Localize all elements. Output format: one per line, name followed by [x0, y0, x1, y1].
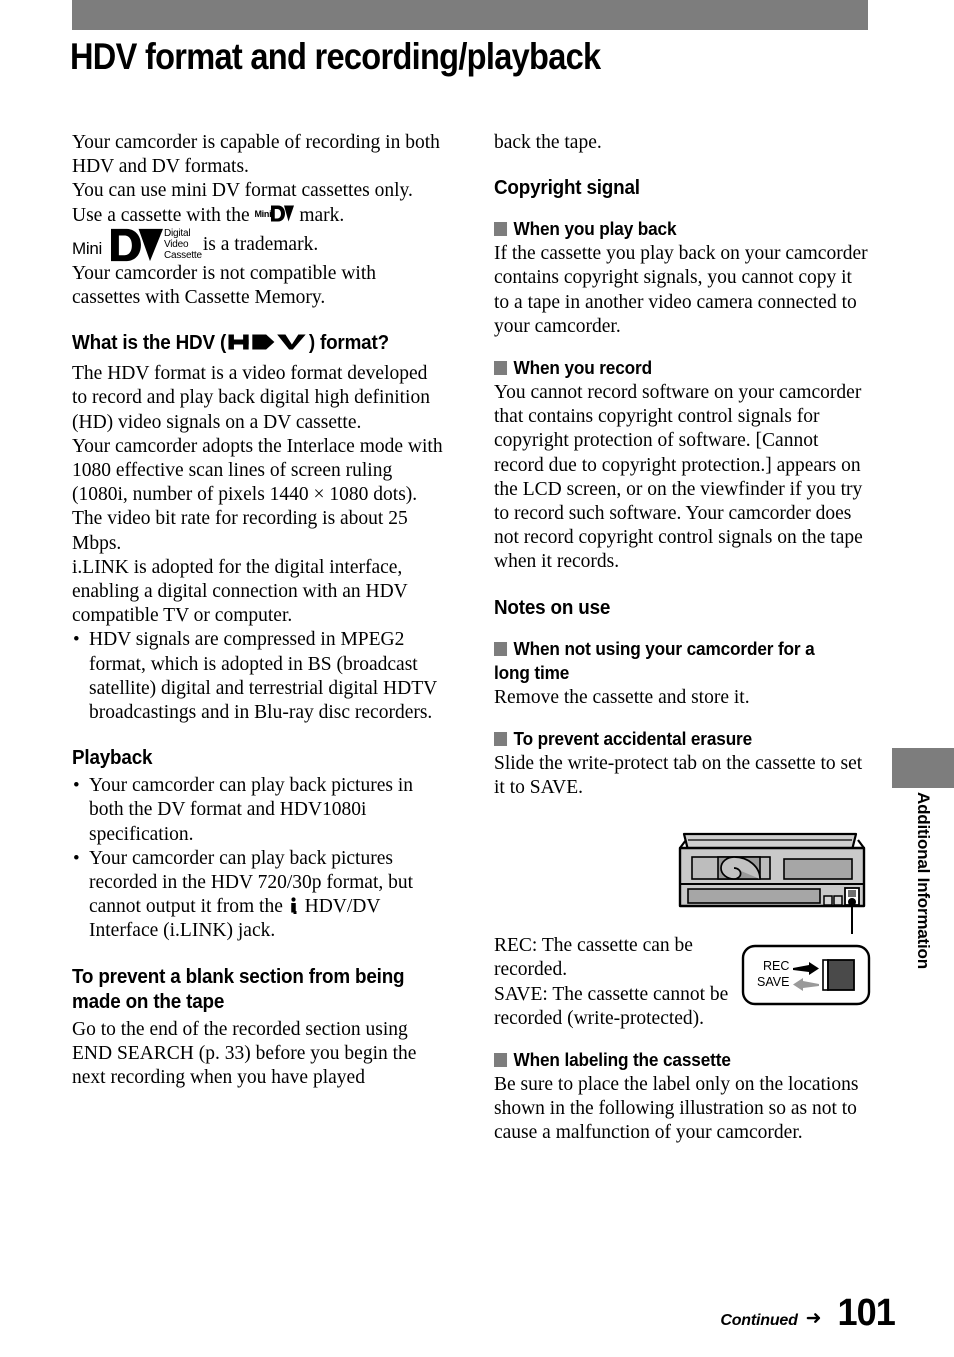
save-label: SAVE: [757, 975, 789, 989]
page-title: HDV format and recording/playback: [70, 36, 601, 77]
intro-line-2: You can use mini DV format cassettes onl…: [72, 180, 413, 202]
hdv-body-p4: i.LINK is adopted for the digital interf…: [72, 556, 408, 627]
mini-dv-mark-icon: Mini: [254, 205, 295, 224]
continued-label: Continued: [720, 1312, 798, 1329]
subheading-when-you-play-back-label: When you play back: [513, 218, 677, 240]
notes-labeling-body: Be sure to place the label only on the l…: [494, 1074, 859, 1144]
heading-playback: Playback: [72, 746, 153, 770]
subheading-when-you-play-back: When you play back: [494, 217, 842, 241]
subheading-not-using-long-time-label: When not using your camcorder for a long…: [494, 637, 815, 683]
list-item: Your camcorder can play back pictures re…: [72, 847, 446, 944]
mini-dv-mark-mini-text: Mini: [254, 208, 272, 219]
dv-wordmark-large-icon: [111, 228, 163, 261]
hdv-bullet-list: HDV signals are compressed in MPEG2 form…: [72, 628, 446, 725]
subheading-prevent-accidental-erasure-label: To prevent accidental erasure: [513, 727, 753, 749]
side-tab-label: Additional Information: [914, 792, 933, 969]
intro-line-3: Use a cassette with the Mini mark.: [72, 204, 446, 228]
arrow-right-icon: ➜: [805, 1308, 822, 1329]
square-bullet-icon: [494, 1053, 508, 1068]
hdv-body-p1: The HDV format is a video format develop…: [72, 363, 430, 433]
hdv-body-p3: The video bit rate for recording is abou…: [72, 508, 408, 554]
intro-line-1: Your camcorder is capable of recording i…: [72, 132, 440, 178]
minidv-sub-cassette: Cassette: [164, 249, 202, 261]
list-item: HDV signals are compressed in MPEG2 form…: [72, 628, 446, 725]
notes-long-time-body: Remove the cassette and store it.: [494, 686, 750, 708]
header-rule: [72, 0, 868, 30]
hdv-logo-svg: [228, 334, 307, 350]
subheading-not-using-long-time: When not using your camcorder for a long…: [494, 637, 842, 685]
heading-prevent-blank-section: To prevent a blank section from being ma…: [72, 964, 405, 1013]
heading-what-is-hdv: What is the HDV ( ) format?: [72, 330, 416, 358]
left-column: Your camcorder is capable of recording i…: [72, 131, 446, 1090]
dv-wordmark-icon: [271, 205, 295, 222]
save-note-text: SAVE: The cassette cannot be recorded (w…: [494, 983, 729, 1029]
rec-note-text: REC: The cassette can be recorded.: [494, 935, 693, 981]
intro-line-5: Your camcorder is not compatible with ca…: [72, 262, 377, 309]
copyright-record-body: You cannot record software on your camco…: [494, 382, 863, 573]
cassette-illustration-svg: [678, 832, 866, 934]
page-footer: Continued ➜ 101: [720, 1292, 896, 1335]
cassette-illustration: [672, 824, 872, 934]
minidv-logo-mini-text: Mini: [72, 238, 102, 258]
minidv-sub-video: Video: [164, 238, 189, 250]
list-item: Your camcorder can play back pictures in…: [72, 774, 446, 847]
minidv-logo-subtext: Digital Video Cassette: [164, 228, 202, 261]
intro-line-3-after: mark.: [294, 204, 345, 226]
ilink-icon: [289, 897, 298, 915]
square-bullet-icon: [494, 361, 508, 376]
rec-save-callout: REC SAVE: [741, 942, 871, 1008]
heading-copyright-signal: Copyright signal: [494, 176, 640, 200]
blank-section-body: Go to the end of the recorded section us…: [72, 1018, 417, 1089]
side-tab-marker: [892, 748, 954, 788]
subheading-prevent-accidental-erasure: To prevent accidental erasure: [494, 727, 842, 751]
heading-hdv-before: What is the HDV (: [72, 331, 227, 355]
minidv-sub-digital: Digital: [164, 227, 191, 239]
page-number: 101: [837, 1292, 895, 1334]
rec-save-callout-svg: REC SAVE: [741, 944, 871, 1006]
subheading-when-labeling-cassette: When labeling the cassette: [494, 1048, 842, 1072]
ilink-icon-svg: [291, 897, 297, 915]
playback-bullet-list: Your camcorder can play back pictures in…: [72, 774, 446, 943]
continuation-text: back the tape.: [494, 132, 602, 153]
heading-hdv-after: ) format?: [308, 331, 389, 355]
subheading-when-you-record-label: When you record: [513, 357, 653, 379]
rec-label: REC: [763, 959, 789, 973]
minidv-trademark-text: is a trademark.: [198, 233, 319, 255]
square-bullet-icon: [494, 222, 508, 237]
hdv-body-p2: Your camcorder adopts the Interlace mode…: [72, 435, 443, 506]
subheading-when-labeling-cassette-label: When labeling the cassette: [513, 1049, 731, 1071]
minidv-trademark-line: Mini Digital Video Cassette is a tradema…: [72, 228, 446, 262]
notes-erasure-body: Slide the write-protect tab on the casse…: [494, 752, 863, 799]
intro-line-3-before: Use a cassette with the: [72, 204, 255, 226]
copyright-playback-body: If the cassette you play back on your ca…: [494, 243, 868, 337]
minidv-logo: Mini Digital Video Cassette: [72, 228, 202, 262]
subheading-when-you-record: When you record: [494, 356, 842, 380]
square-bullet-icon: [494, 731, 508, 746]
heading-notes-on-use: Notes on use: [494, 595, 611, 619]
hdv-logo-icon: [228, 332, 307, 358]
square-bullet-icon: [494, 641, 508, 656]
